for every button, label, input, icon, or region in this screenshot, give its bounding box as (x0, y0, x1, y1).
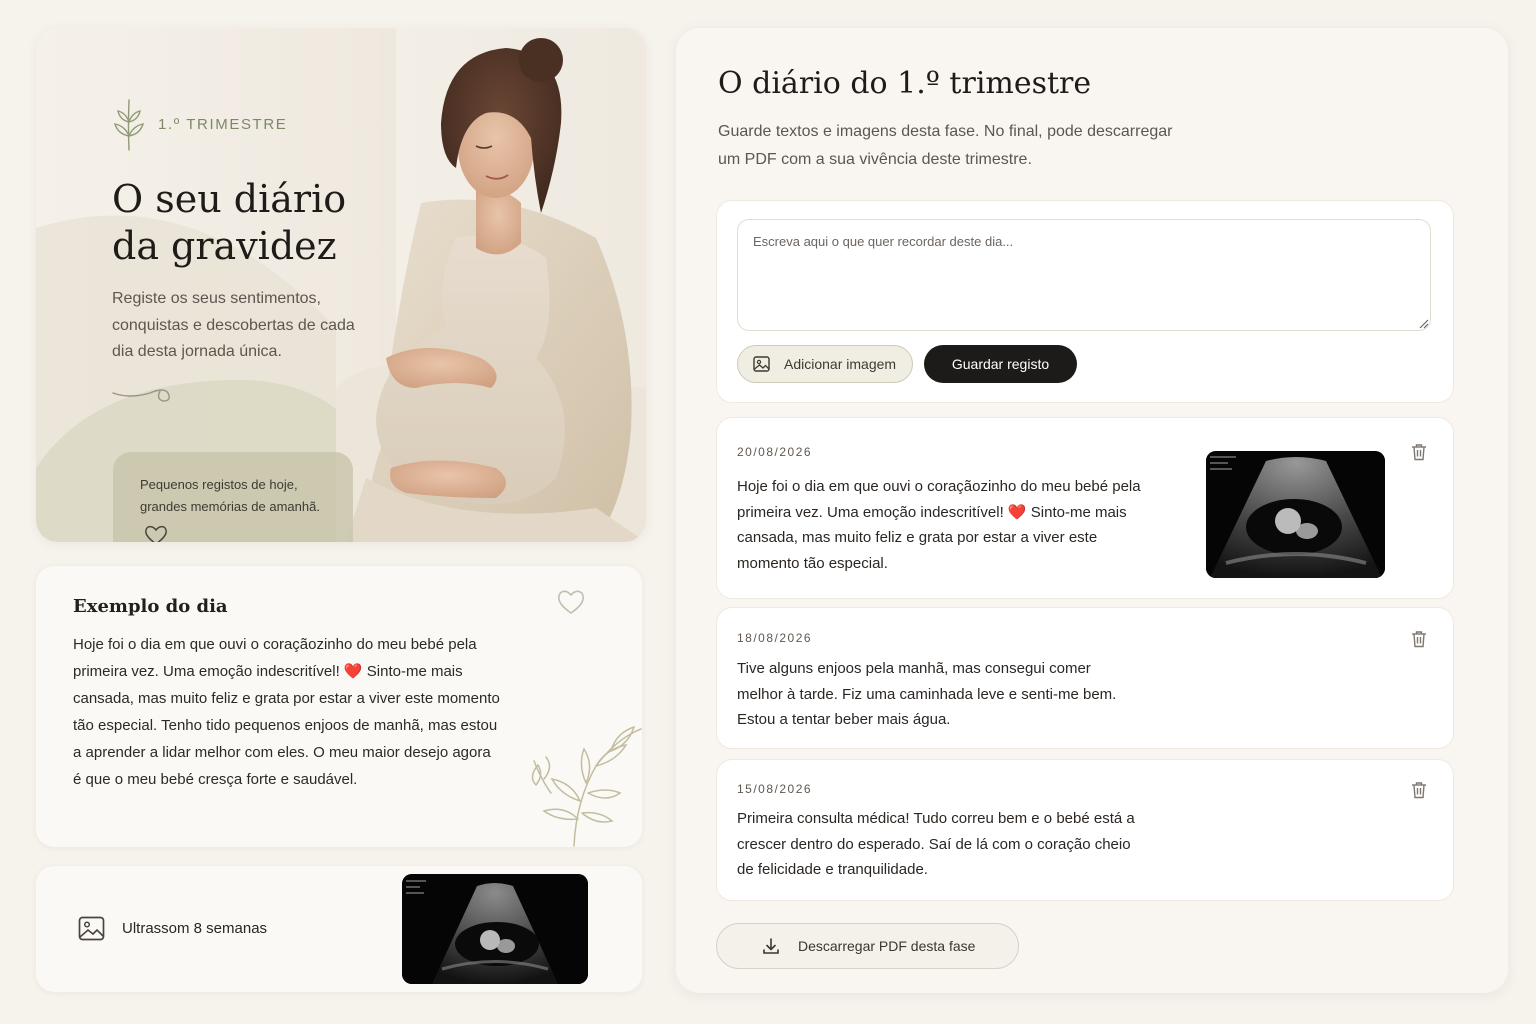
image-icon (753, 356, 770, 372)
entry-ultrasound-thumbnail[interactable] (1206, 451, 1385, 578)
panel-subtitle-line2: um PDF com a sua vivência deste trimestr… (718, 151, 1032, 168)
ultrasound-image (402, 874, 588, 984)
trash-icon[interactable] (1411, 443, 1427, 461)
panel-title: O diário do 1.º trimestre (718, 66, 1092, 101)
entry-text: Tive alguns enjoos pela manhã, mas conse… (737, 660, 1117, 728)
hero-title: O seu diário da gravidez (112, 176, 346, 270)
diary-entry: 15/08/2026 Primeira consulta médica! Tud… (716, 759, 1454, 901)
hero-title-line1: O seu diário (112, 177, 347, 221)
sprig-decoration (531, 725, 642, 847)
panel-subtitle: Guarde textos e imagens desta fase. No f… (718, 118, 1238, 174)
example-title: Exemplo do dia (73, 596, 228, 617)
trimester-badge: 1.º TRIMESTRE (112, 96, 287, 152)
panel-subtitle-line1: Guarde textos e imagens desta fase. No f… (718, 123, 1173, 140)
quote-line1: Pequenos registos de hoje, (140, 477, 298, 492)
entry-text: Primeira consulta médica! Tudo correu be… (737, 810, 1135, 878)
entry-date: 20/08/2026 (737, 445, 813, 459)
heart-icon (145, 525, 167, 542)
hero-card: 1.º TRIMESTRE O seu diário da gravidez R… (36, 28, 646, 542)
ultrasound-thumbnail[interactable] (402, 874, 588, 984)
add-image-button[interactable]: Adicionar imagem (737, 345, 913, 383)
quote-line2: grandes memórias de amanhã. (140, 499, 320, 514)
hero-title-line2: da gravidez (112, 224, 337, 268)
swirl-decoration (112, 389, 170, 402)
entry-textarea[interactable] (737, 219, 1431, 331)
save-entry-button[interactable]: Guardar registo (924, 345, 1077, 383)
ultrasound-card[interactable]: Ultrassom 8 semanas (36, 866, 642, 992)
heart-icon[interactable] (556, 588, 586, 616)
hero-subtitle: Registe os seus sentimentos, conquistas … (112, 290, 355, 360)
quote-box: Pequenos registos de hoje, grandes memór… (113, 452, 353, 542)
entry-text: Hoje foi o dia em que ouvi o coraçãozinh… (737, 478, 1141, 572)
ultrasound-image (1206, 451, 1385, 578)
download-icon (763, 938, 779, 954)
trash-icon[interactable] (1411, 781, 1427, 799)
entry-date: 15/08/2026 (737, 782, 813, 796)
image-icon (78, 916, 105, 941)
diary-entry: 18/08/2026 Tive alguns enjoos pela manhã… (716, 607, 1454, 749)
entry-date: 18/08/2026 (737, 631, 813, 645)
entry-composer: Adicionar imagem Guardar registo (716, 200, 1454, 403)
leaf-icon (113, 99, 145, 151)
diary-panel: O diário do 1.º trimestre Guarde textos … (676, 28, 1508, 993)
resize-grip-icon[interactable] (1419, 319, 1429, 329)
ultrasound-label: Ultrassom 8 semanas (122, 920, 268, 937)
example-text: Hoje foi o dia em que ouvi o coraçãozinh… (73, 636, 500, 788)
download-pdf-button[interactable]: Descarregar PDF desta fase (716, 923, 1019, 969)
add-image-label: Adicionar imagem (784, 356, 897, 372)
trash-icon[interactable] (1411, 630, 1427, 648)
diary-entry: 20/08/2026 Hoje foi o dia em que ouvi o … (716, 417, 1454, 599)
trimester-label: 1.º TRIMESTRE (158, 115, 288, 133)
example-card: Exemplo do dia Hoje foi o dia em que ouv… (36, 566, 642, 847)
download-pdf-label: Descarregar PDF desta fase (798, 938, 976, 954)
